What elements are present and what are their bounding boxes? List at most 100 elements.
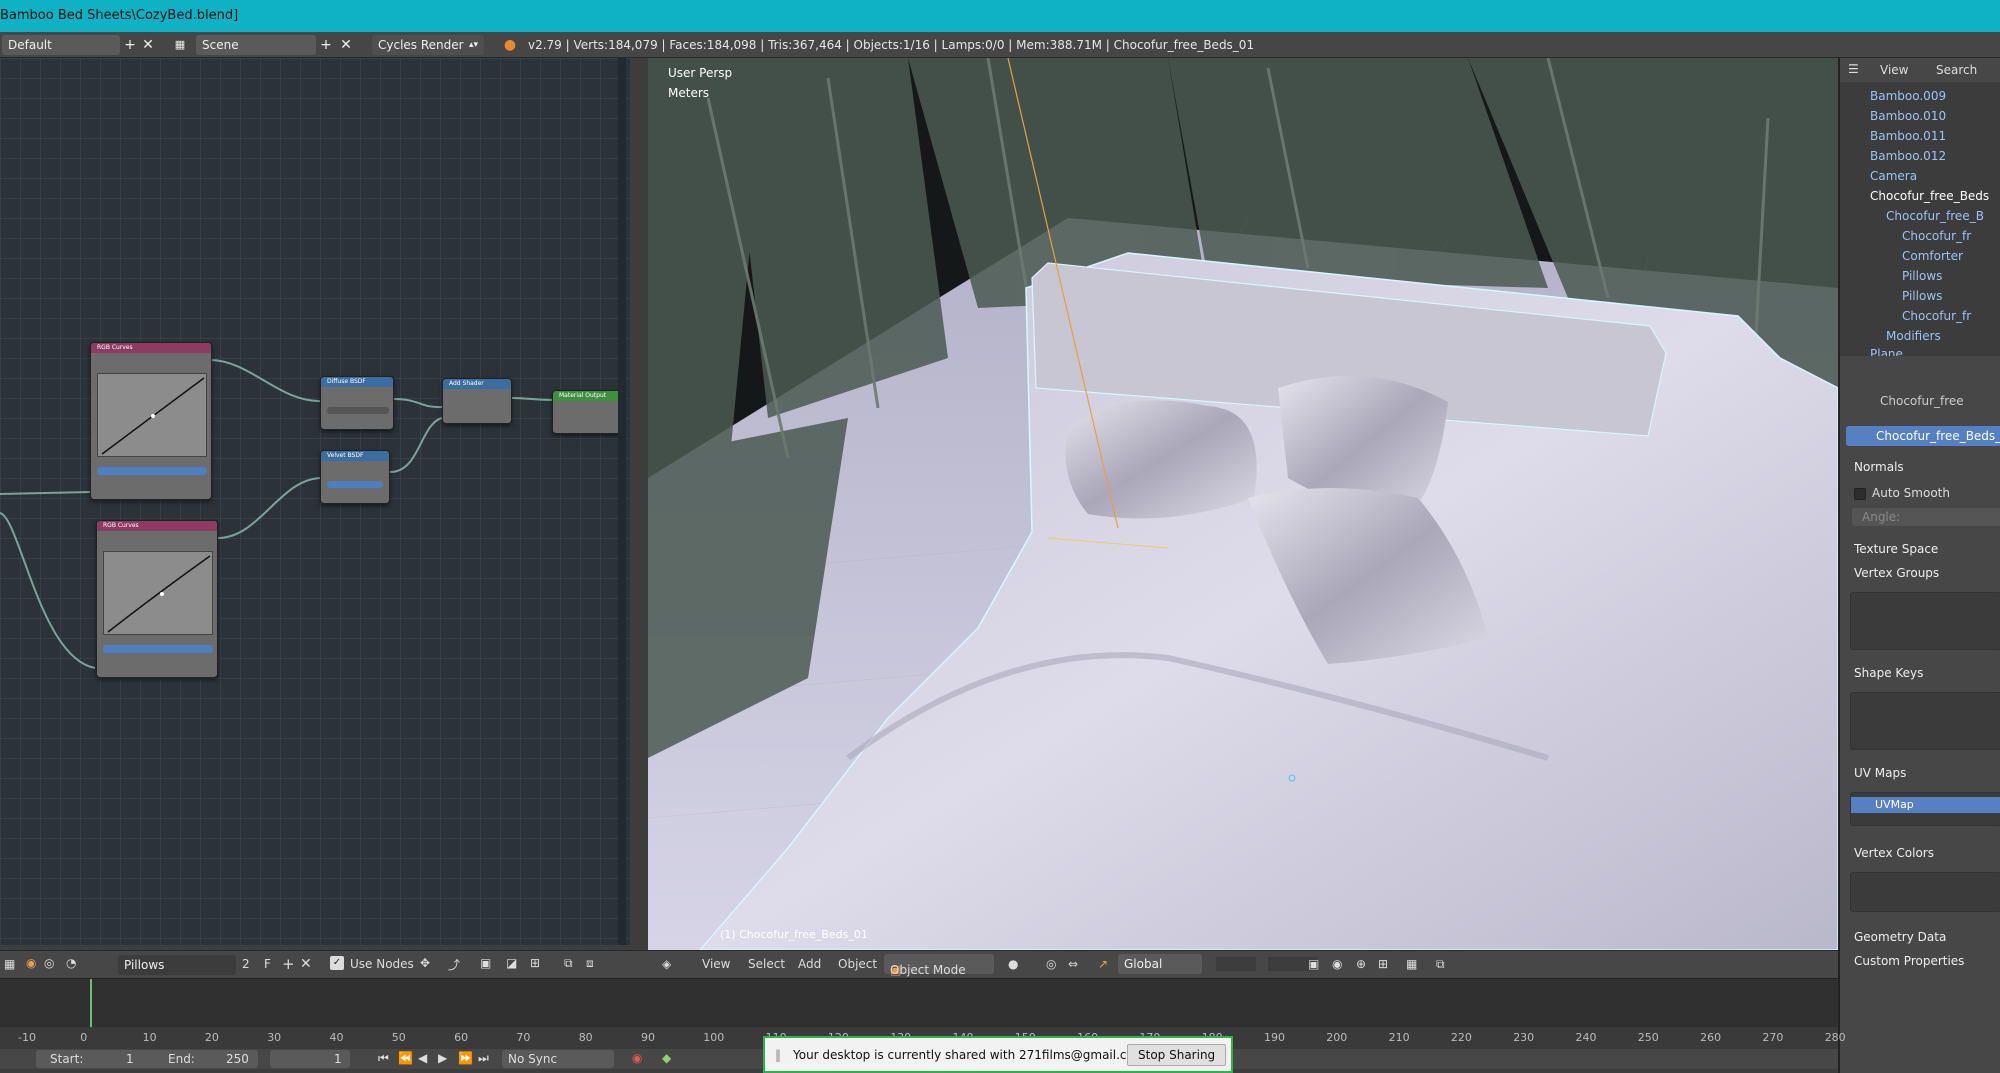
outliner-item[interactable]: Bamboo.009 xyxy=(1870,86,1946,106)
add-layout-icon[interactable]: + xyxy=(120,35,140,55)
properties-tabs[interactable] xyxy=(1840,356,2000,386)
remove-layout-icon[interactable]: ✕ xyxy=(138,35,158,55)
outliner-menu-view[interactable]: View xyxy=(1880,63,1908,77)
fake-user-button[interactable]: F xyxy=(264,957,271,971)
world-icon[interactable]: ◔ xyxy=(66,956,76,970)
curve-graph[interactable] xyxy=(97,373,207,457)
manipulator-icon[interactable]: ⇔ xyxy=(1068,957,1078,971)
uvmap-item[interactable]: UVMap xyxy=(1851,797,2000,813)
add-shader-node[interactable]: Add Shader xyxy=(442,378,512,424)
keyframe-icon[interactable]: ◆ xyxy=(662,1051,671,1065)
jump-start-icon[interactable]: ⏮ xyxy=(378,1051,389,1066)
outliner-item[interactable]: Bamboo.012 xyxy=(1870,146,1946,166)
end-frame-field[interactable]: End: 250 xyxy=(158,1050,258,1068)
snap-node-icon[interactable]: ⊞ xyxy=(530,956,540,970)
outliner-item[interactable]: Camera xyxy=(1870,166,1917,186)
record-icon[interactable]: ◉ xyxy=(632,1051,642,1065)
use-nodes-checkbox[interactable]: ✓ xyxy=(330,956,344,970)
snap-element-icon[interactable]: ⊞ xyxy=(1378,957,1388,971)
custom-properties-section[interactable]: Custom Properties xyxy=(1854,954,1964,968)
layers-grid[interactable] xyxy=(1216,957,1256,971)
geometry-data-section[interactable]: Geometry Data xyxy=(1854,930,1946,944)
snap-target-icon[interactable]: ▦ xyxy=(1406,957,1417,971)
lock-camera-icon[interactable]: ▣ xyxy=(1308,957,1319,971)
grid-icon[interactable]: ▦ xyxy=(4,957,15,971)
shading-icon[interactable]: ● xyxy=(1008,957,1018,971)
jump-end-icon[interactable]: ⏭ xyxy=(478,1051,489,1066)
add-scene-icon[interactable]: + xyxy=(316,35,336,55)
texture-icon[interactable]: ◎ xyxy=(44,956,54,970)
auto-smooth-checkbox[interactable] xyxy=(1854,488,1866,500)
timeline-track[interactable] xyxy=(0,979,1838,1027)
outliner-item[interactable]: Pillows xyxy=(1902,286,1942,306)
mesh-name-field[interactable]: Chocofur_free_Beds_01 xyxy=(1846,426,2000,446)
diffuse-bsdf-node[interactable]: Diffuse BSDF xyxy=(320,376,394,430)
remove-scene-icon[interactable]: ✕ xyxy=(336,35,356,55)
play-icon[interactable]: ▶ xyxy=(438,1051,447,1065)
shape-keys-list[interactable] xyxy=(1850,692,2000,750)
outliner-item[interactable]: Bamboo.010 xyxy=(1870,106,1946,126)
material-output-node[interactable]: Material Output xyxy=(552,390,622,434)
render-preview-icon[interactable]: ⧉ xyxy=(1436,957,1445,972)
vertex-groups-list[interactable] xyxy=(1850,592,2000,650)
backdrop-icon[interactable]: ◪ xyxy=(506,956,517,970)
sync-dropdown[interactable]: No Sync xyxy=(502,1050,614,1068)
editor-type-icon[interactable]: ◈ xyxy=(662,957,671,971)
go-parent-icon[interactable]: ⤴ xyxy=(448,956,460,973)
3d-viewport[interactable]: User Persp Meters (1) Chocofur_free_Beds… xyxy=(648,58,1838,950)
drag-handle-icon[interactable]: ‖ xyxy=(775,1048,781,1062)
next-key-icon[interactable]: ⏩ xyxy=(458,1051,473,1065)
rgb-curves-node[interactable]: RGB Curves xyxy=(90,342,212,500)
curve-graph[interactable] xyxy=(103,551,213,635)
unlink-material-icon[interactable]: ✕ xyxy=(300,956,312,972)
play-reverse-icon[interactable]: ◀ xyxy=(418,1051,427,1065)
fac-slider[interactable] xyxy=(103,645,213,653)
layout-selector[interactable]: Default xyxy=(2,35,120,55)
vertex-colors-section[interactable]: Vertex Colors xyxy=(1854,846,1934,860)
uv-maps-section[interactable]: UV Maps xyxy=(1854,766,1906,780)
roughness-field[interactable] xyxy=(327,407,389,414)
node-editor[interactable]: RGB Curves RGB Curves Diffuse BSDF Velve… xyxy=(0,58,630,945)
snap-toggle-icon[interactable]: ⊕ xyxy=(1356,957,1366,971)
orientation-dropdown[interactable]: Global xyxy=(1118,954,1202,974)
texture-space-section[interactable]: Texture Space xyxy=(1854,542,1938,556)
outliner-menu-search[interactable]: Search xyxy=(1936,63,1977,77)
prev-key-icon[interactable]: ⏪ xyxy=(398,1051,413,1065)
menu-view[interactable]: View xyxy=(702,957,730,971)
shape-keys-section[interactable]: Shape Keys xyxy=(1854,666,1923,680)
sigma-field[interactable] xyxy=(327,481,383,488)
outliner-item[interactable]: Bamboo.011 xyxy=(1870,126,1946,146)
material-icon[interactable]: ◉ xyxy=(26,956,36,970)
stop-sharing-button[interactable]: Stop Sharing xyxy=(1127,1044,1227,1066)
mode-dropdown[interactable]: ▣ Object Mode xyxy=(884,954,994,977)
display-mode-icon[interactable]: ☰ xyxy=(1848,62,1859,76)
vertex-groups-section[interactable]: Vertex Groups xyxy=(1854,566,1939,580)
node-editor-scrollbar[interactable] xyxy=(618,58,626,945)
outliner-item[interactable]: Chocofur_fr xyxy=(1902,226,1971,246)
scene-selector[interactable]: Scene xyxy=(196,35,316,55)
snap-icon[interactable]: ▣ xyxy=(480,956,491,970)
proportional-icon[interactable]: ◉ xyxy=(1332,957,1342,971)
copy-icon[interactable]: ⧉ xyxy=(564,956,573,971)
normals-section[interactable]: Normals xyxy=(1854,460,1904,474)
render-engine-dropdown[interactable]: Cycles Render ▴▾ xyxy=(372,35,484,55)
velvet-bsdf-node[interactable]: Velvet BSDF xyxy=(320,450,390,504)
pin-icon[interactable]: ✥ xyxy=(420,956,430,970)
start-frame-field[interactable]: Start: 1 xyxy=(36,1050,166,1068)
menu-select[interactable]: Select xyxy=(748,957,785,971)
outliner-item[interactable]: Pillows xyxy=(1902,266,1942,286)
rgb-curves-node[interactable]: RGB Curves xyxy=(96,520,218,678)
material-selector[interactable]: Pillows xyxy=(118,955,236,975)
transform-icon[interactable]: ↗ xyxy=(1098,957,1108,971)
paste-icon[interactable]: ⧈ xyxy=(586,956,594,971)
outliner-item[interactable]: Modifiers xyxy=(1886,326,1941,346)
playhead[interactable] xyxy=(90,979,92,1027)
uv-maps-list[interactable]: UVMap xyxy=(1850,792,2000,826)
current-frame-field[interactable]: 1 xyxy=(270,1050,350,1068)
add-material-icon[interactable]: + xyxy=(282,955,295,973)
fac-slider[interactable] xyxy=(97,467,207,475)
angle-field[interactable]: Angle: xyxy=(1852,508,2000,526)
outliner-item[interactable]: Chocofur_fr xyxy=(1902,306,1971,326)
outliner-item[interactable]: Chocofur_free_B xyxy=(1886,206,1984,226)
outliner-item[interactable]: Comforter xyxy=(1902,246,1963,266)
